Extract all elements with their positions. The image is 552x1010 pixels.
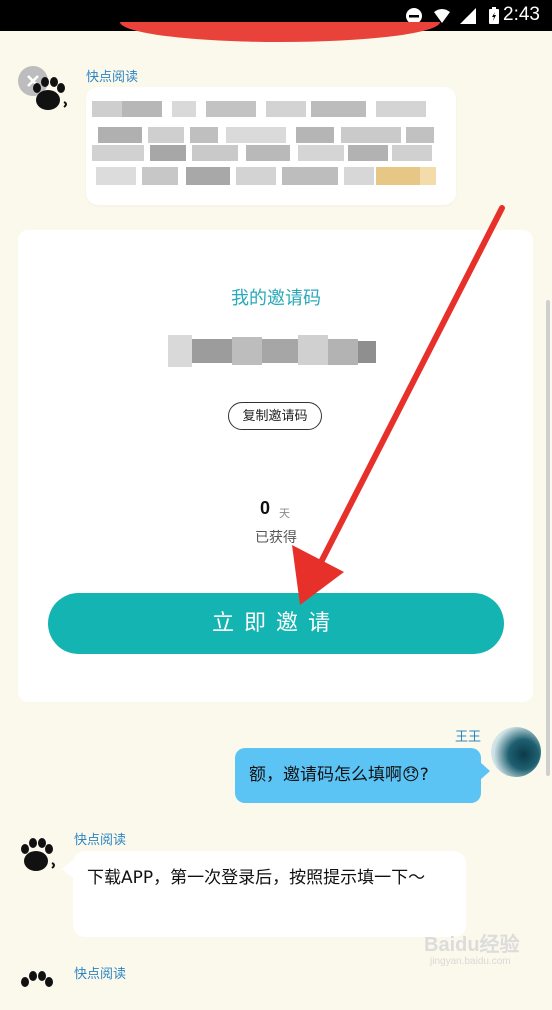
invite-code-blurred bbox=[168, 335, 376, 367]
days-count: 0 bbox=[260, 498, 271, 518]
user-message-bubble: 额，邀请码怎么填啊😞? bbox=[235, 748, 481, 803]
user-name: 王王 bbox=[455, 730, 482, 745]
days-unit: 天 bbox=[279, 507, 290, 520]
blurred-text-mosaic bbox=[92, 101, 436, 185]
sender-name: 快点阅读 bbox=[74, 832, 127, 847]
signal-icon bbox=[460, 8, 476, 24]
user-message-text: 额，邀请码怎么填啊 bbox=[249, 765, 402, 785]
sender-name: 快点阅读 bbox=[74, 966, 127, 981]
user-message-question-mark: ? bbox=[419, 765, 429, 785]
bot-avatar-paw-icon bbox=[33, 77, 67, 110]
obtained-label: 已获得 bbox=[255, 530, 297, 546]
red-banner-edge bbox=[120, 22, 440, 42]
invite-code-title: 我的邀请码 bbox=[231, 288, 321, 309]
message-bubble-blurred bbox=[86, 87, 456, 205]
reply-message-bubble: 下载APP，第一次登录后，按照提示填一下～ bbox=[73, 851, 466, 937]
sad-face-icon: 😞 bbox=[402, 765, 420, 785]
copy-invite-code-button[interactable]: 复制邀请码 bbox=[228, 402, 322, 430]
bot-avatar-paw-icon bbox=[21, 838, 55, 871]
invite-now-button[interactable]: 立即邀请 bbox=[48, 593, 504, 654]
status-time: 2:43 bbox=[503, 4, 540, 25]
scrollbar[interactable] bbox=[546, 300, 550, 776]
user-avatar[interactable] bbox=[491, 727, 541, 777]
watermark-brand: Baidu经验 bbox=[424, 934, 520, 956]
reply-message-text: 下载APP，第一次登录后，按照提示填一下～ bbox=[87, 868, 426, 888]
battery-icon bbox=[489, 7, 499, 24]
sender-name: 快点阅读 bbox=[86, 69, 139, 84]
bubble-tail bbox=[480, 762, 490, 780]
bubble-tail bbox=[62, 860, 73, 878]
watermark-url: jingyan.baidu.com bbox=[430, 956, 511, 967]
bot-avatar-paw-icon bbox=[21, 971, 53, 987]
